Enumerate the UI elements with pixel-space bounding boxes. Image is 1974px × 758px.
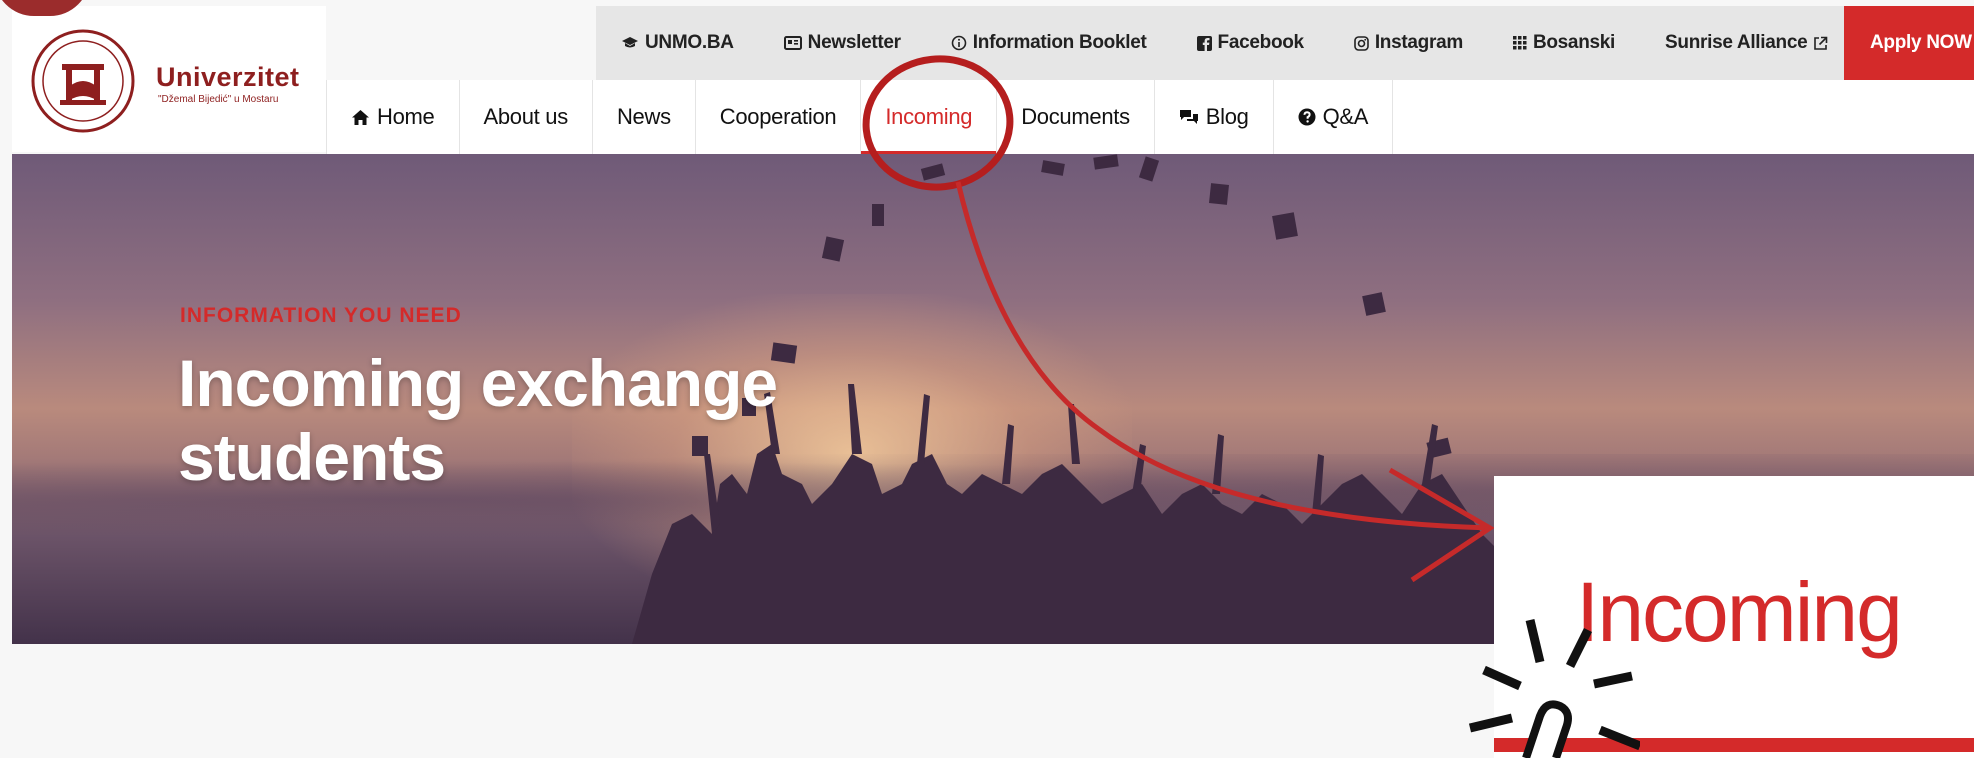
university-seal-icon	[31, 29, 135, 133]
nav-item-label: News	[616, 104, 671, 129]
nav-item-label: Q&A	[1322, 104, 1369, 129]
top-link-label: Sunrise Alliance	[1665, 32, 1808, 53]
top-link-bosanski[interactable]: Bosanski	[1488, 32, 1640, 54]
top-utility-bar: UNMO.BA Newsletter Information Booklet F…	[596, 6, 1974, 80]
graduation-cap-icon	[622, 37, 638, 48]
nav-item-label: Cooperation	[719, 104, 837, 129]
top-link-label: Newsletter	[807, 32, 901, 53]
top-link-information-booklet[interactable]: Information Booklet	[926, 32, 1172, 54]
newspaper-icon	[783, 36, 802, 50]
university-subtitle: "Džemal Bijedić" u Mostaru	[158, 94, 279, 105]
graduation-cap-silhouette	[920, 163, 946, 181]
question-circle-icon	[1298, 108, 1316, 126]
click-cursor-icon	[1468, 618, 1640, 758]
top-link-label: Information Booklet	[972, 32, 1147, 53]
nav-item-qa[interactable]: Q&A	[1274, 80, 1394, 154]
graduation-cap-silhouette	[1209, 183, 1229, 205]
nav-item-blog[interactable]: Blog	[1155, 80, 1274, 154]
university-name: Univerzitet	[156, 62, 300, 92]
nav-item-documents[interactable]: Documents	[997, 80, 1155, 154]
external-link-icon	[1814, 36, 1828, 50]
nav-item-label: Incoming	[885, 104, 973, 129]
nav-item-home[interactable]: Home	[326, 80, 460, 154]
graduation-cap-silhouette	[821, 236, 845, 262]
top-link-label: Bosanski	[1532, 32, 1616, 53]
instagram-icon	[1354, 35, 1369, 51]
top-link-label: Facebook	[1217, 32, 1305, 53]
graduation-cap-silhouette	[1041, 160, 1065, 176]
comments-icon	[1179, 109, 1198, 124]
top-link-label: Instagram	[1374, 32, 1463, 53]
facebook-icon	[1196, 35, 1212, 51]
top-link-unmo[interactable]: UNMO.BA	[596, 32, 759, 54]
top-link-sunrise-alliance[interactable]: Sunrise Alliance	[1640, 32, 1853, 54]
top-link-instagram[interactable]: Instagram	[1329, 32, 1488, 54]
grid-icon	[1512, 36, 1527, 50]
nav-item-about-us[interactable]: About us	[460, 80, 593, 154]
graduation-cap-silhouette	[1093, 154, 1119, 170]
university-logo[interactable]: Univerzitet "Džemal Bijedić" u Mostaru	[12, 6, 326, 152]
main-navigation: Home About us News Cooperation Incoming …	[326, 80, 1974, 154]
nav-item-cooperation[interactable]: Cooperation	[696, 80, 862, 154]
home-icon	[352, 109, 369, 125]
graduation-cap-silhouette	[1272, 212, 1298, 240]
top-link-facebook[interactable]: Facebook	[1172, 32, 1329, 54]
nav-item-label: Blog	[1205, 104, 1249, 129]
nav-item-incoming[interactable]: Incoming	[861, 80, 998, 154]
info-circle-icon	[951, 35, 967, 51]
top-link-newsletter[interactable]: Newsletter	[759, 32, 926, 54]
nav-item-label: About us	[483, 104, 569, 129]
nav-item-news[interactable]: News	[593, 80, 696, 154]
graduation-cap-silhouette	[1138, 156, 1160, 182]
nav-item-label: Home	[377, 104, 435, 129]
page-title: Incoming exchange students	[178, 346, 778, 494]
hero-eyebrow: INFORMATION YOU NEED	[180, 304, 462, 327]
apply-now-button[interactable]: Apply NOW	[1844, 6, 1974, 80]
graduation-cap-silhouette	[1362, 292, 1386, 316]
nav-item-label: Documents	[1021, 104, 1130, 129]
top-link-label: UNMO.BA	[645, 32, 734, 53]
graduation-cap-silhouette	[872, 204, 884, 226]
